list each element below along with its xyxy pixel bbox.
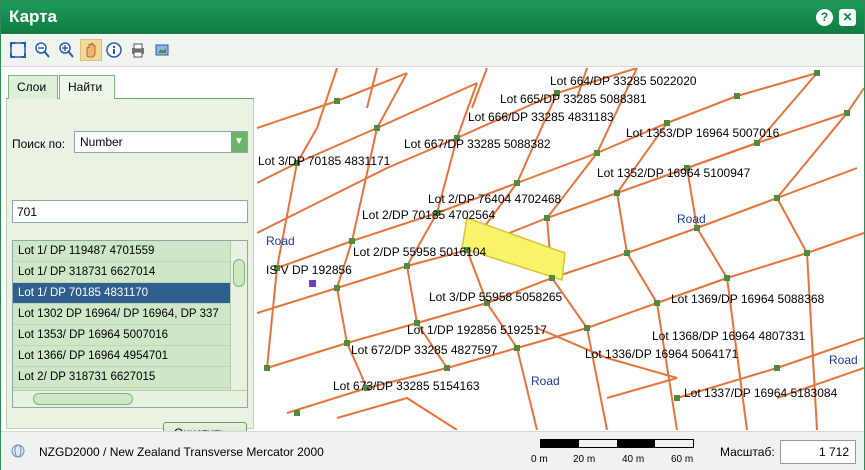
pan-hand-icon[interactable] — [80, 39, 102, 61]
parcel-label: Lot 1337/DP 16964 5183084 — [684, 386, 838, 400]
parcel-label: Lot 664/DP 33285 5022020 — [550, 74, 697, 88]
list-item[interactable]: Lot 1/ DP 119487 4701559 — [13, 241, 232, 262]
map-window: Карта ? ✕ Слои Найти Поиск по: Number ▼ … — [0, 0, 865, 470]
parcel-label: Lot 3/DP 55958 5058265 — [429, 290, 563, 304]
parcel-label: Lot 667/DP 33285 5088382 — [404, 137, 551, 151]
close-icon[interactable]: ✕ — [839, 9, 856, 26]
search-sidebar: Слои Найти Поиск по: Number ▼ 701 Lot 1/… — [1, 68, 256, 445]
title-bar: Карта ? ✕ — [1, 1, 864, 34]
list-item[interactable]: Lot 2/ DP 318731 6627015 — [13, 367, 232, 388]
scale-input[interactable]: 1 712 — [780, 440, 856, 464]
scroll-thumb[interactable] — [233, 259, 245, 287]
status-bar: NZGD2000 / New Zealand Transverse Mercat… — [1, 431, 864, 470]
road-label: Road — [829, 353, 858, 367]
scale-bar — [540, 439, 694, 448]
scale-tick: 20 m — [573, 454, 596, 465]
parcel-label: Lot 3/DP 70185 4831171 — [258, 154, 391, 168]
projection-text: NZGD2000 / New Zealand Transverse Mercat… — [39, 445, 324, 459]
scale-tick: 0 m — [531, 454, 548, 465]
scroll-thumb-horizontal[interactable] — [33, 393, 133, 405]
scale-label: Масштаб: — [720, 445, 775, 459]
road-label: Road — [531, 374, 560, 388]
road-label: Road — [677, 212, 706, 226]
chevron-down-icon[interactable]: ▼ — [231, 132, 247, 152]
parcel-label: Lot 1368/DP 16964 4807331 — [652, 329, 806, 343]
parcel-label: Lot 2/DP 70185 4702564 — [362, 208, 496, 222]
info-icon[interactable] — [105, 41, 123, 59]
list-item[interactable]: Lot 1366/ DP 16964 4954701 — [13, 346, 232, 367]
parcel-label: Lot 2/DP 76404 4702468 — [428, 192, 562, 206]
parcel-label: IS V DP 192856 — [266, 263, 352, 277]
results-list[interactable]: Lot 1/ DP 119487 4701559 Lot 1/ DP 318731… — [12, 240, 248, 408]
results-vertical-scrollbar[interactable] — [230, 241, 247, 391]
tab-layers[interactable]: Слои — [8, 75, 58, 99]
help-icon[interactable]: ? — [816, 9, 833, 26]
list-item[interactable]: Lot 1/ DP 318731 6627014 — [13, 262, 232, 283]
parcel-label: Lot 1369/DP 16964 5088368 — [671, 292, 825, 306]
extent-icon[interactable] — [9, 41, 27, 59]
scale-tick: 60 m — [671, 454, 694, 465]
zoom-in-icon[interactable] — [57, 41, 75, 59]
list-item[interactable]: Lot 1/ DP 70185 4831170 — [13, 283, 232, 304]
search-by-value: Number — [80, 135, 123, 149]
export-icon[interactable] — [153, 41, 171, 59]
parcel-label: Lot 2/DP 55958 5016104 — [353, 245, 487, 259]
parcel-label: Lot 1353/DP 16964 5007016 — [626, 126, 780, 140]
window-title: Карта — [9, 7, 57, 26]
sidebar-tabs: Слои Найти — [6, 73, 254, 99]
search-by-label: Поиск по: — [12, 137, 66, 151]
road-label: Road — [266, 234, 295, 248]
survey-marker — [309, 280, 316, 287]
print-icon[interactable] — [129, 41, 147, 59]
zoom-out-icon[interactable] — [33, 41, 51, 59]
find-panel: Поиск по: Number ▼ 701 Lot 1/ DP 119487 … — [6, 99, 254, 445]
parcel-label: Lot 666/DP 33285 4831183 — [468, 110, 614, 124]
parcel-label: Lot 673/DP 33285 5154163 — [333, 379, 480, 393]
search-by-select[interactable]: Number ▼ — [74, 131, 248, 153]
parcel-label: Lot 1352/DP 16964 5100947 — [597, 166, 751, 180]
map-canvas[interactable]: Lot 664/DP 33285 5022020 Lot 665/DP 33285… — [257, 68, 864, 430]
parcel-label: Lot 672/DP 33285 4827597 — [351, 343, 498, 357]
search-input[interactable]: 701 — [12, 200, 248, 223]
tab-find[interactable]: Найти — [59, 75, 115, 99]
globe-icon — [11, 444, 25, 458]
parcel-label: Lot 1/DP 192856 5192517 — [407, 323, 547, 337]
list-item[interactable]: Lot 1302 DP 16964/ DP 16964, DP 337 — [13, 304, 232, 325]
results-horizontal-scrollbar[interactable] — [13, 390, 247, 407]
list-item[interactable]: Lot 1353/ DP 16964 5007016 — [13, 325, 232, 346]
parcel-label: Lot 665/DP 33285 5088381 — [500, 92, 647, 106]
map-toolbar — [1, 35, 864, 67]
parcel-label: Lot 1336/DP 16964 5064171 — [585, 347, 739, 361]
scale-tick: 40 m — [622, 454, 645, 465]
